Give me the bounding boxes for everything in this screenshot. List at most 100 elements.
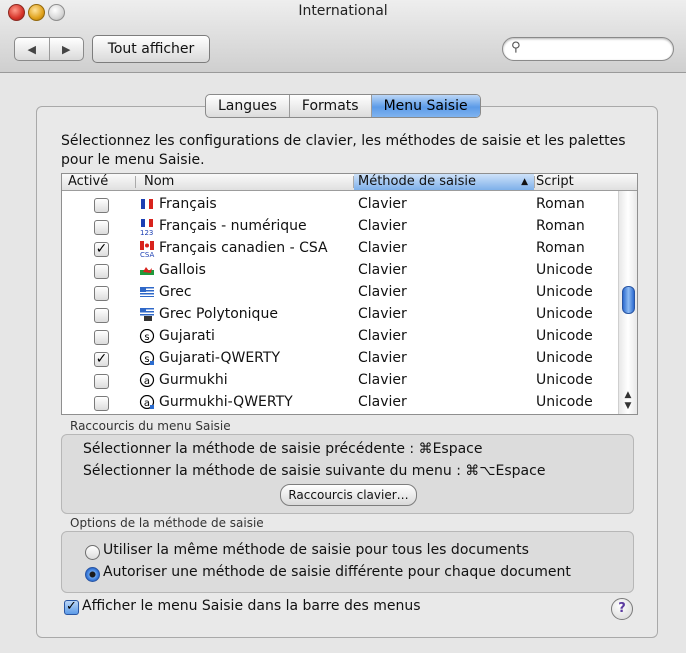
- row-name: Français canadien - CSA: [159, 240, 328, 256]
- table-header: Activé Nom Méthode de saisie ▲ Script: [62, 174, 637, 191]
- table-row[interactable]: ✓ s Gujarati-QWERTY Clavier Unicode: [62, 348, 618, 370]
- options-group: [61, 531, 634, 593]
- column-divider: [135, 176, 136, 188]
- row-name: Gallois: [159, 262, 206, 278]
- tab-formats[interactable]: Formats: [290, 95, 372, 117]
- column-script[interactable]: Script: [536, 174, 616, 190]
- enable-checkbox[interactable]: [94, 220, 109, 235]
- table-row[interactable]: Grec Clavier Unicode: [62, 282, 618, 304]
- row-name: Gujarati-QWERTY: [159, 350, 280, 366]
- enable-checkbox[interactable]: ✓: [94, 242, 109, 257]
- radio-same-method-label[interactable]: Utiliser la même méthode de saisie pour …: [103, 542, 529, 558]
- keyboard-shortcuts-button[interactable]: Raccourcis clavier…: [280, 484, 417, 506]
- row-method: Clavier: [358, 218, 407, 234]
- row-method: Clavier: [358, 240, 407, 256]
- table-row[interactable]: a Gurmukhi Clavier Unicode: [62, 370, 618, 392]
- scroll-down-icon[interactable]: ▼: [621, 401, 635, 412]
- title-bar: International ◀ ▶ Tout afficher ⚲: [0, 0, 686, 73]
- enable-checkbox[interactable]: [94, 286, 109, 301]
- flag-caption: CSA: [140, 251, 155, 259]
- svg-text:s: s: [144, 332, 149, 343]
- svg-text:s: s: [144, 354, 149, 365]
- enable-checkbox[interactable]: [94, 198, 109, 213]
- gurmukhi-qwerty-icon-icon: a: [139, 394, 155, 410]
- show-menu-label[interactable]: Afficher le menu Saisie dans la barre de…: [82, 598, 421, 614]
- radio-same-method[interactable]: [85, 545, 100, 560]
- enable-checkbox[interactable]: ✓: [94, 352, 109, 367]
- table-row[interactable]: Gallois Clavier Unicode: [62, 260, 618, 282]
- row-name: Français - numérique: [159, 218, 307, 234]
- enable-checkbox[interactable]: [94, 308, 109, 323]
- svg-text:a: a: [144, 376, 150, 387]
- vertical-scrollbar[interactable]: ▲ ▼: [618, 191, 637, 414]
- international-prefs-window: International ◀ ▶ Tout afficher ⚲ Langue…: [0, 0, 686, 653]
- gujarati-qwerty-icon-icon: s: [139, 350, 155, 366]
- table-row[interactable]: a Gurmukhi-QWERTY Clavier Unicode: [62, 392, 618, 414]
- row-method: Clavier: [358, 394, 407, 410]
- scroll-thumb[interactable]: [622, 286, 635, 314]
- row-method: Clavier: [358, 372, 407, 388]
- row-name: Gujarati: [159, 328, 215, 344]
- options-group-label: Options de la méthode de saisie: [70, 516, 264, 530]
- row-name: Gurmukhi-QWERTY: [159, 394, 293, 410]
- table-row[interactable]: ✓ CSA Français canadien - CSA Clavier Roman: [62, 238, 618, 260]
- gujarati-icon-icon: s: [139, 328, 155, 344]
- svg-text:a: a: [144, 398, 150, 409]
- scroll-up-icon[interactable]: ▲: [621, 390, 635, 401]
- row-script: Unicode: [536, 262, 593, 278]
- row-script: Unicode: [536, 328, 593, 344]
- row-method: Clavier: [358, 306, 407, 322]
- column-method-label: Méthode de saisie: [358, 174, 477, 189]
- description-text: Sélectionnez les configurations de clavi…: [61, 133, 626, 168]
- flag-wales-icon: [139, 263, 155, 277]
- row-method: Clavier: [358, 196, 407, 212]
- row-script: Roman: [536, 196, 585, 212]
- row-name: Gurmukhi: [159, 372, 228, 388]
- column-name[interactable]: Nom: [144, 174, 350, 190]
- back-icon[interactable]: ◀: [15, 38, 50, 60]
- row-script: Unicode: [536, 306, 593, 322]
- column-method[interactable]: Méthode de saisie ▲: [354, 174, 534, 190]
- flag-greece-icon: [139, 285, 155, 299]
- shortcuts-group-label: Raccourcis du menu Saisie: [70, 419, 231, 433]
- search-icon: ⚲: [511, 40, 521, 55]
- row-method: Clavier: [358, 262, 407, 278]
- radio-per-document-label[interactable]: Autoriser une méthode de saisie différen…: [103, 564, 571, 580]
- flag-caption: 123: [140, 229, 154, 237]
- search-field[interactable]: ⚲: [502, 37, 674, 61]
- window-title: International: [298, 3, 388, 19]
- tab-menu-saisie[interactable]: Menu Saisie: [371, 95, 480, 117]
- sort-ascending-icon: ▲: [521, 177, 528, 187]
- forward-icon[interactable]: ▶: [50, 38, 84, 60]
- row-method: Clavier: [358, 328, 407, 344]
- table-row[interactable]: s Gujarati Clavier Unicode: [62, 326, 618, 348]
- help-button[interactable]: ?: [611, 598, 633, 620]
- show-all-button[interactable]: Tout afficher: [92, 35, 210, 63]
- shortcut-next: Sélectionner la méthode de saisie suivan…: [83, 463, 546, 479]
- row-name: Grec Polytonique: [159, 306, 278, 322]
- shortcut-previous: Sélectionner la méthode de saisie précéd…: [83, 441, 483, 457]
- column-active[interactable]: Activé: [68, 174, 136, 190]
- row-name: Grec: [159, 284, 192, 300]
- radio-per-document[interactable]: [85, 567, 100, 582]
- scroll-arrows[interactable]: ▲ ▼: [621, 390, 635, 412]
- tab-langues[interactable]: Langues: [206, 95, 290, 117]
- row-script: Unicode: [536, 284, 593, 300]
- table-row[interactable]: Grec Polytonique Clavier Unicode: [62, 304, 618, 326]
- row-script: Roman: [536, 240, 585, 256]
- row-script: Unicode: [536, 350, 593, 366]
- row-method: Clavier: [358, 284, 407, 300]
- enable-checkbox[interactable]: [94, 330, 109, 345]
- enable-checkbox[interactable]: [94, 374, 109, 389]
- flag-france-icon: [139, 197, 155, 211]
- flag-greece-polytonic-icon: [139, 307, 155, 321]
- enable-checkbox[interactable]: [94, 264, 109, 279]
- row-method: Clavier: [358, 350, 407, 366]
- show-menu-checkbox[interactable]: ✓: [64, 600, 79, 615]
- table-row[interactable]: Français Clavier Roman: [62, 194, 618, 216]
- enable-checkbox[interactable]: [94, 396, 109, 411]
- nav-back-forward[interactable]: ◀ ▶: [14, 37, 84, 61]
- row-name: Français: [159, 196, 217, 212]
- input-source-table: Activé Nom Méthode de saisie ▲ Script Fr…: [61, 173, 638, 415]
- table-row[interactable]: 123 Français - numérique Clavier Roman: [62, 216, 618, 238]
